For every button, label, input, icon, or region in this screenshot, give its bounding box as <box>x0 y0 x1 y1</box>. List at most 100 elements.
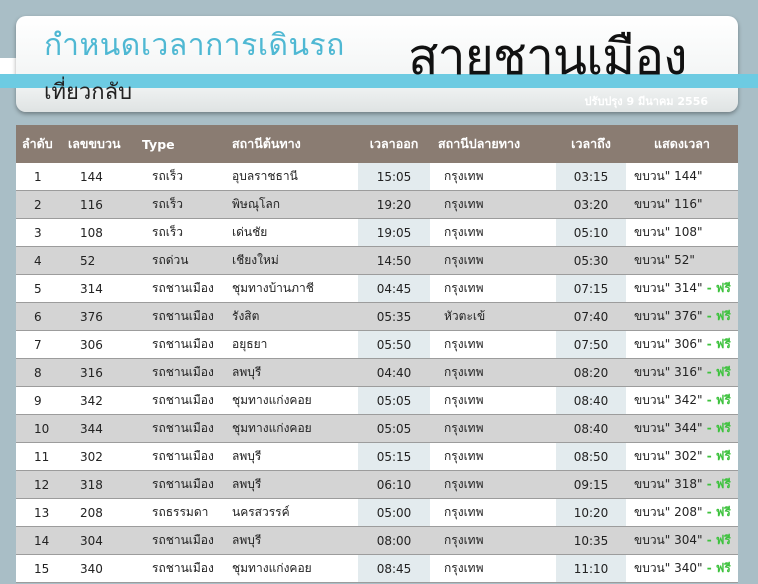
cell-no: 1 <box>16 163 66 191</box>
cell-destination: กรุงเทพ <box>430 526 556 555</box>
cell-train-type: รถชานเมือง <box>140 442 232 471</box>
cell-train-type: รถเร็ว <box>140 190 232 219</box>
cell-arrival: 08:40 <box>556 414 626 443</box>
cell-origin: อุบลราชธานี <box>232 163 358 191</box>
cell-origin: ลพบุรี <box>232 470 358 499</box>
cell-show-time[interactable]: ขบวน" 116" <box>626 190 738 219</box>
free-badge: - ฟรี <box>702 449 731 463</box>
cell-origin: เด่นชัย <box>232 218 358 247</box>
cell-departure: 05:35 <box>358 302 430 331</box>
cell-train-number: 116 <box>66 190 140 219</box>
show-time-link[interactable]: ขบวน" 314" <box>634 281 703 295</box>
table-row: 9 342 รถชานเมือง ชุมทางแก่งคอย 05:05 กรุงเทพ 0… <box>16 386 738 415</box>
cell-origin: ชุมทางแก่งคอย <box>232 554 358 583</box>
cell-destination: กรุงเทพ <box>430 218 556 247</box>
cell-no: 10 <box>16 414 66 443</box>
show-time-link[interactable]: ขบวน" 342" <box>634 393 703 407</box>
show-time-link[interactable]: ขบวน" 302" <box>634 449 703 463</box>
cell-show-time[interactable]: ขบวน" 340" - ฟรี <box>626 554 738 583</box>
free-badge: - ฟรี <box>702 393 731 407</box>
cell-train-number: 340 <box>66 554 140 583</box>
show-time-link[interactable]: ขบวน" 344" <box>634 421 703 435</box>
cell-train-number: 144 <box>66 163 140 191</box>
cell-train-type: รถชานเมือง <box>140 274 232 303</box>
cell-origin: ชุมทางบ้านภาชี <box>232 274 358 303</box>
cell-no: 14 <box>16 526 66 555</box>
cell-show-time[interactable]: ขบวน" 342" - ฟรี <box>626 386 738 415</box>
cell-train-type: รถชานเมือง <box>140 526 232 555</box>
cell-destination: กรุงเทพ <box>430 246 556 275</box>
show-time-link[interactable]: ขบวน" 208" <box>634 505 703 519</box>
cell-arrival: 07:50 <box>556 330 626 359</box>
cell-destination: กรุงเทพ <box>430 190 556 219</box>
cell-show-time[interactable]: ขบวน" 306" - ฟรี <box>626 330 738 359</box>
cell-origin: ชุมทางแก่งคอย <box>232 414 358 443</box>
cell-departure: 05:50 <box>358 330 430 359</box>
show-time-link[interactable]: ขบวน" 144" <box>634 169 703 183</box>
show-time-link[interactable]: ขบวน" 304" <box>634 533 703 547</box>
cell-show-time[interactable]: ขบวน" 52" <box>626 246 738 275</box>
cell-show-time[interactable]: ขบวน" 302" - ฟรี <box>626 442 738 471</box>
cell-show-time[interactable]: ขบวน" 304" - ฟรี <box>626 526 738 555</box>
table-row: 3 108 รถเร็ว เด่นชัย 19:05 กรุงเทพ 05:10 ขบวน" … <box>16 218 738 247</box>
cell-show-time[interactable]: ขบวน" 318" - ฟรี <box>626 470 738 499</box>
cell-show-time[interactable]: ขบวน" 144" <box>626 163 738 191</box>
cell-origin: นครสวรรค์ <box>232 498 358 527</box>
cell-origin: อยุธยา <box>232 330 358 359</box>
cell-no: 2 <box>16 190 66 219</box>
cell-train-number: 376 <box>66 302 140 331</box>
cell-origin: พิษณุโลก <box>232 190 358 219</box>
cell-show-time[interactable]: ขบวน" 108" <box>626 218 738 247</box>
cell-train-number: 342 <box>66 386 140 415</box>
cell-departure: 19:05 <box>358 218 430 247</box>
cell-departure: 05:00 <box>358 498 430 527</box>
table-header-row: ลำดับ เลขขบวน Type สถานีต้นทาง เวลาออก ส… <box>16 125 738 163</box>
cell-show-time[interactable]: ขบวน" 208" - ฟรี <box>626 498 738 527</box>
cell-no: 15 <box>16 554 66 583</box>
cell-departure: 19:20 <box>358 190 430 219</box>
col-header-show-time: แสดงเวลา <box>626 125 738 163</box>
table-row: 12 318 รถชานเมือง ลพบุรี 06:10 กรุงเทพ 09:15 ขบ… <box>16 470 738 499</box>
cell-departure: 05:05 <box>358 414 430 443</box>
header-banner: กำหนดเวลาการเดินรถ เที่ยวกลับ สายชานเมือ… <box>0 16 758 112</box>
col-header-no: ลำดับ <box>16 125 66 163</box>
table-row: 5 314 รถชานเมือง ชุมทางบ้านภาชี 04:45 กรุงเทพ… <box>16 274 738 303</box>
show-time-link[interactable]: ขบวน" 340" <box>634 561 703 575</box>
cell-destination: กรุงเทพ <box>430 163 556 191</box>
show-time-link[interactable]: ขบวน" 306" <box>634 337 703 351</box>
cell-show-time[interactable]: ขบวน" 344" - ฟรี <box>626 414 738 443</box>
cell-show-time[interactable]: ขบวน" 376" - ฟรี <box>626 302 738 331</box>
free-badge: - ฟรี <box>702 477 731 491</box>
cell-no: 13 <box>16 498 66 527</box>
cell-train-number: 302 <box>66 442 140 471</box>
cell-departure: 04:45 <box>358 274 430 303</box>
show-time-link[interactable]: ขบวน" 52" <box>634 253 695 267</box>
cell-origin: เชียงใหม่ <box>232 246 358 275</box>
cell-train-type: รถธรรมดา <box>140 498 232 527</box>
cell-no: 5 <box>16 274 66 303</box>
show-time-link[interactable]: ขบวน" 108" <box>634 225 703 239</box>
table-row: 14 304 รถชานเมือง ลพบุรี 08:00 กรุงเทพ 10:35 ขบ… <box>16 526 738 555</box>
show-time-link[interactable]: ขบวน" 116" <box>634 197 703 211</box>
show-time-link[interactable]: ขบวน" 316" <box>634 365 703 379</box>
cell-no: 7 <box>16 330 66 359</box>
cell-destination: กรุงเทพ <box>430 330 556 359</box>
cell-departure: 04:40 <box>358 358 430 387</box>
show-time-link[interactable]: ขบวน" 376" <box>634 309 703 323</box>
show-time-link[interactable]: ขบวน" 318" <box>634 477 703 491</box>
table-row: 2 116 รถเร็ว พิษณุโลก 19:20 กรุงเทพ 03:20 ขบวน"… <box>16 190 738 219</box>
table-row: 8 316 รถชานเมือง ลพบุรี 04:40 กรุงเทพ 08:20 ขบว… <box>16 358 738 387</box>
col-header-departure: เวลาออก <box>358 125 430 163</box>
cell-arrival: 03:15 <box>556 163 626 191</box>
cell-train-type: รถเร็ว <box>140 218 232 247</box>
table-row: 10 344 รถชานเมือง ชุมทางแก่งคอย 05:05 กรุงเทพ… <box>16 414 738 443</box>
cell-destination: หัวตะเข้ <box>430 302 556 331</box>
cell-no: 11 <box>16 442 66 471</box>
cell-show-time[interactable]: ขบวน" 316" - ฟรี <box>626 358 738 387</box>
col-header-arrival: เวลาถึง <box>556 125 626 163</box>
cell-destination: กรุงเทพ <box>430 470 556 499</box>
cell-show-time[interactable]: ขบวน" 314" - ฟรี <box>626 274 738 303</box>
cell-train-type: รถชานเมือง <box>140 358 232 387</box>
cell-arrival: 08:50 <box>556 442 626 471</box>
cell-origin: ชุมทางแก่งคอย <box>232 386 358 415</box>
